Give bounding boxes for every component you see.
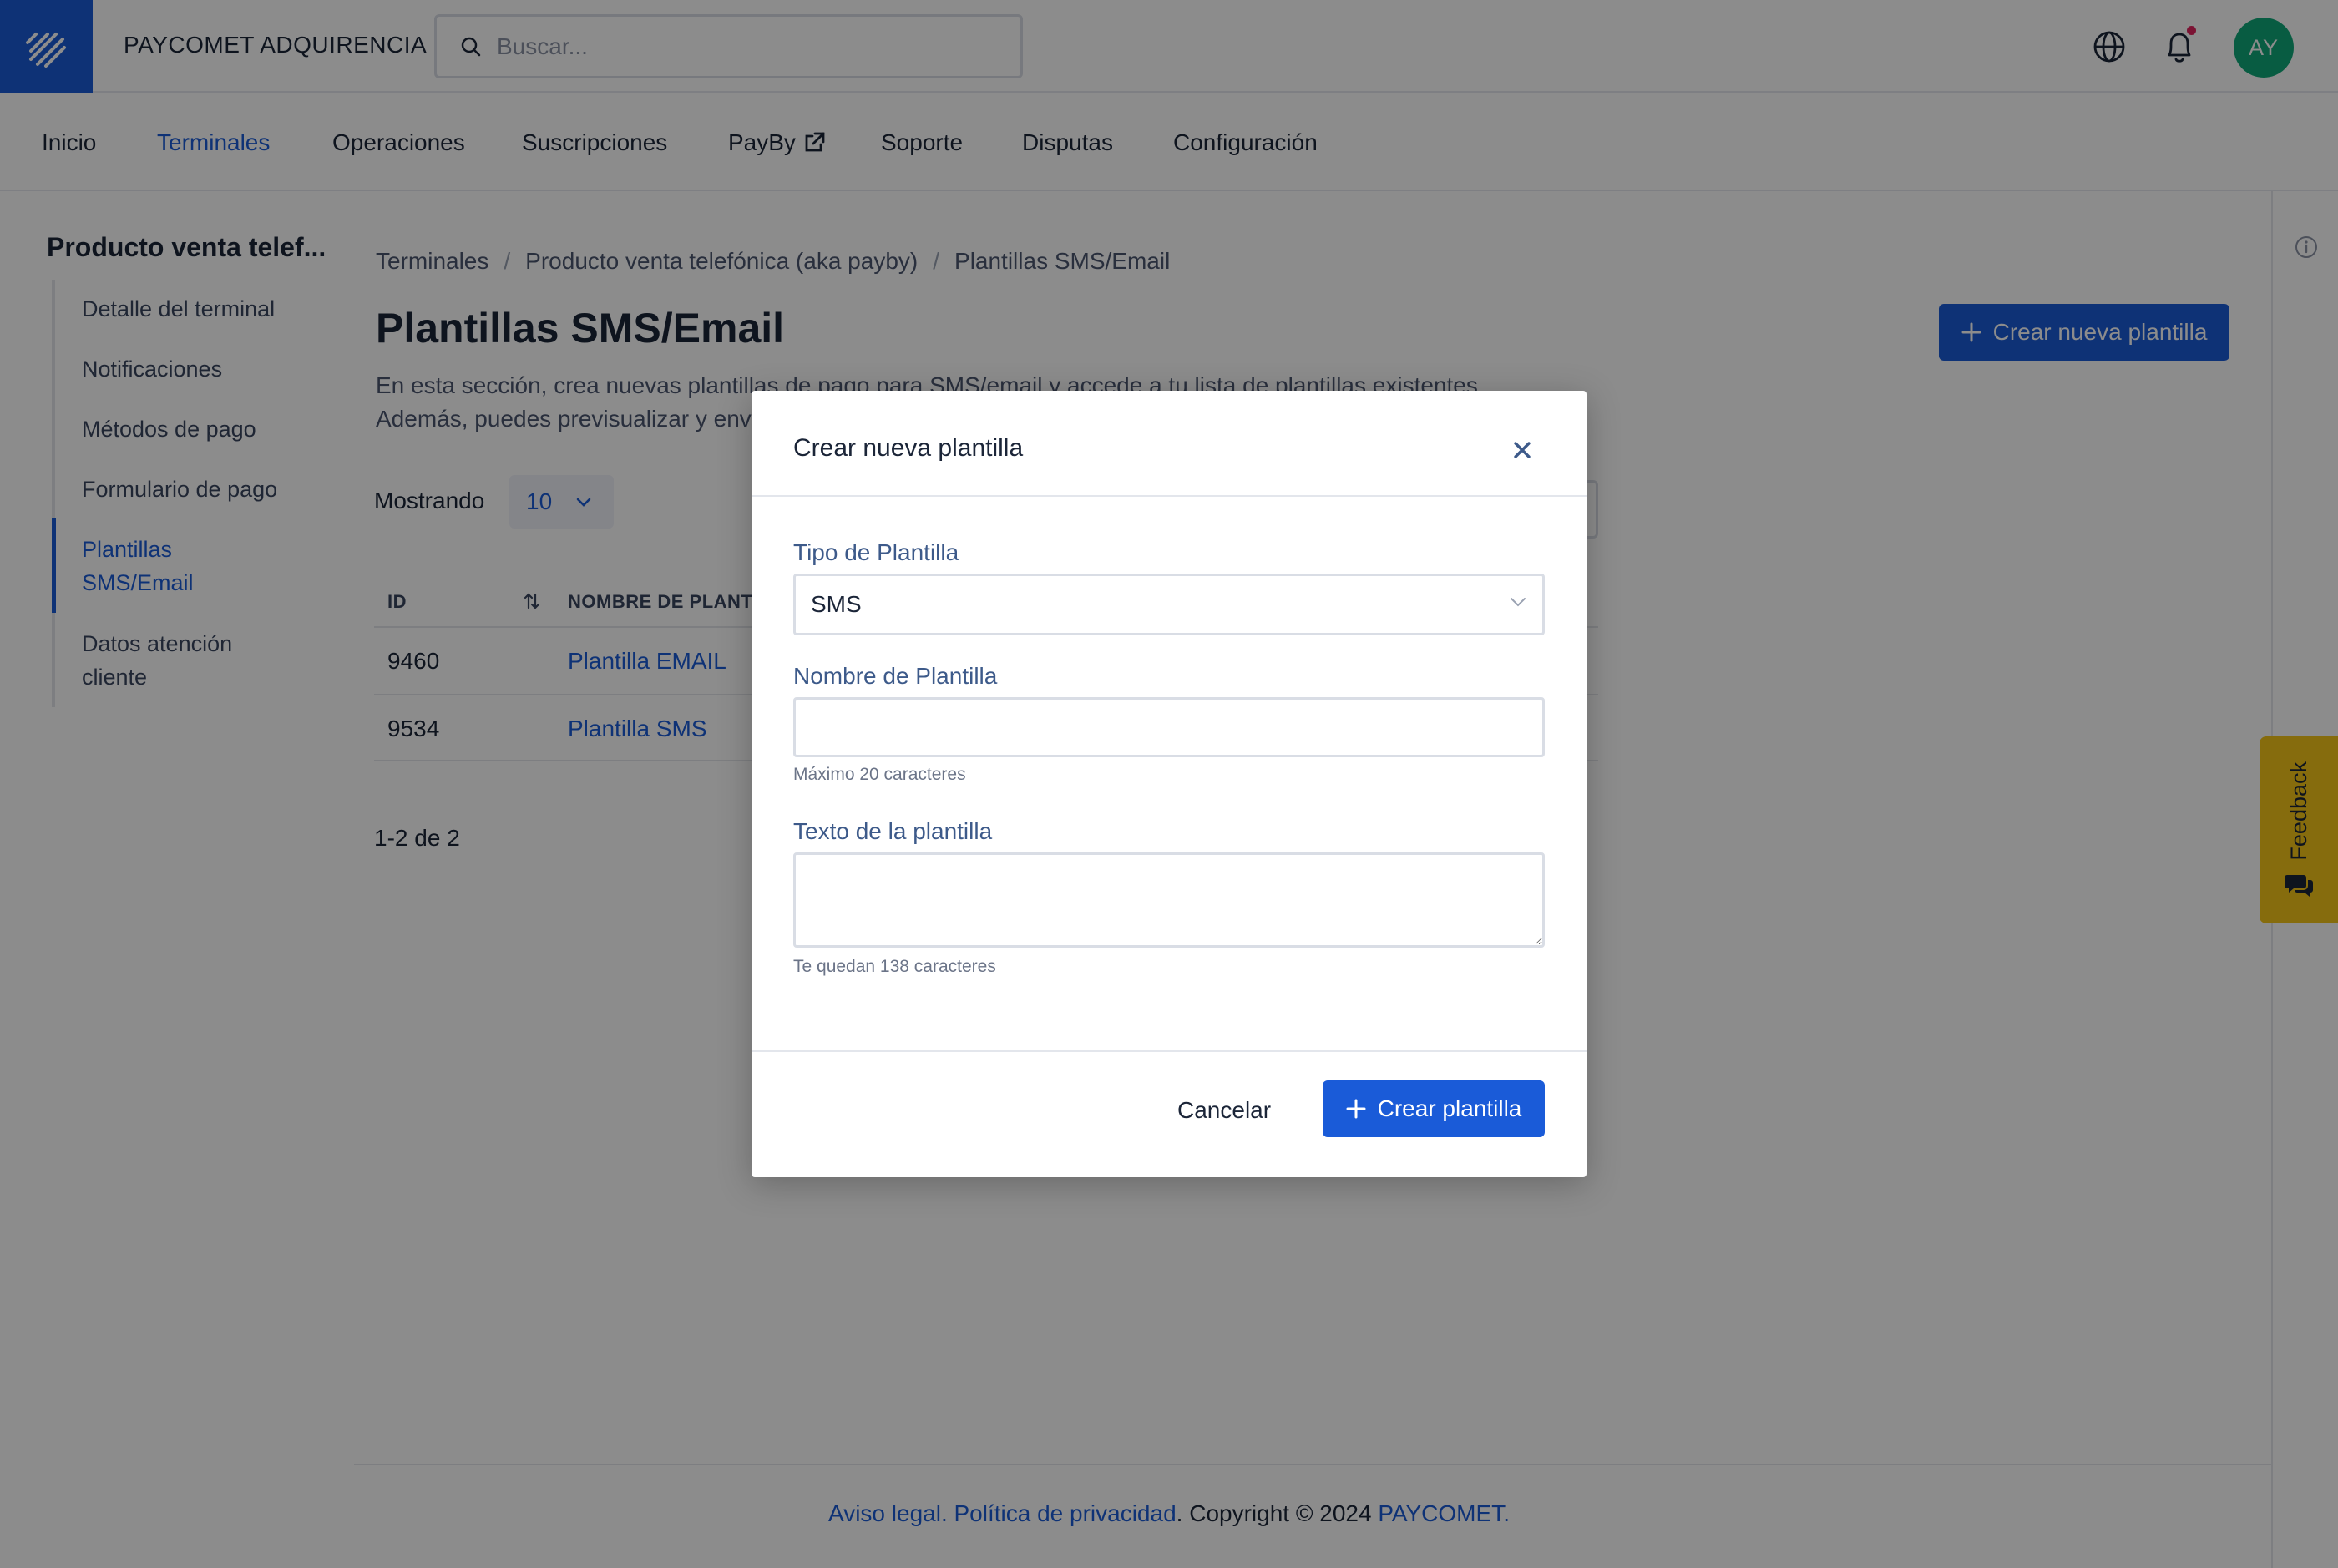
create-template-button[interactable]: Crear plantilla (1323, 1080, 1545, 1137)
chevron-down-icon (1511, 598, 1526, 607)
modal-footer: Cancelar Crear plantilla (752, 1050, 1586, 1177)
template-type-value: SMS (811, 591, 862, 617)
template-type-label: Tipo de Plantilla (793, 539, 959, 565)
template-name-input[interactable] (793, 697, 1545, 757)
create-template-label: Crear plantilla (1377, 1095, 1522, 1121)
template-type-select[interactable]: SMS (793, 574, 1545, 635)
modal-header: Crear nueva plantilla (752, 391, 1586, 497)
close-modal-button[interactable] (1510, 438, 1535, 463)
cancel-button[interactable]: Cancelar (1177, 1097, 1271, 1124)
template-text-label: Texto de la plantilla (793, 818, 993, 844)
plus-icon (1346, 1099, 1366, 1119)
template-name-help: Máximo 20 caracteres (793, 765, 966, 784)
template-name-label: Nombre de Plantilla (793, 663, 998, 689)
modal-title: Crear nueva plantilla (793, 434, 1024, 462)
close-icon (1514, 442, 1531, 458)
create-template-modal: Crear nueva plantilla Tipo de Plantilla … (752, 391, 1586, 1177)
template-text-textarea[interactable] (793, 852, 1545, 948)
template-text-help: Te quedan 138 caracteres (793, 957, 996, 976)
